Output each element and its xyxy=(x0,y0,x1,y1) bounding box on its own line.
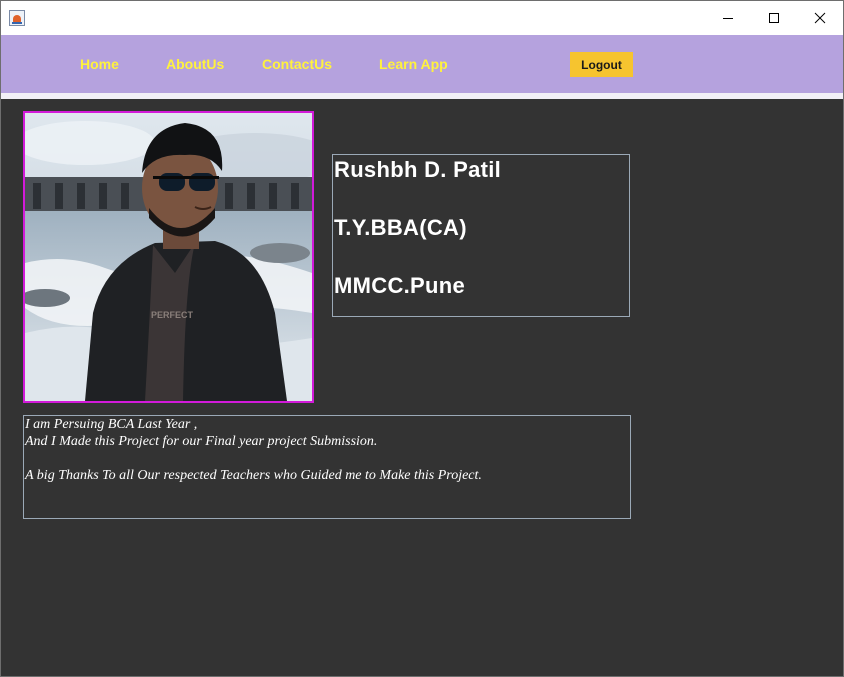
close-icon xyxy=(814,12,826,24)
profile-college: MMCC.Pune xyxy=(334,273,466,298)
maximize-button[interactable] xyxy=(751,1,797,35)
profile-info-box: Rushbh D. Patil T.Y.BBA(CA) MMCC.Pune xyxy=(332,154,630,317)
nav-aboutus-link[interactable]: AboutUs xyxy=(166,56,224,72)
description-textarea[interactable]: I am Persuing BCA Last Year , And I Made… xyxy=(23,415,631,519)
profile-course: T.Y.BBA(CA) xyxy=(334,215,467,240)
nav-divider xyxy=(1,93,843,99)
nav-learn-app-link[interactable]: Learn App xyxy=(379,56,448,72)
java-app-icon[interactable] xyxy=(9,10,25,26)
description-line: And I Made this Project for our Final ye… xyxy=(25,434,378,449)
profile-photo: PERFECT xyxy=(23,111,314,403)
close-button[interactable] xyxy=(797,1,843,35)
nav-contactus-link[interactable]: ContactUs xyxy=(262,56,332,72)
maximize-icon xyxy=(769,13,779,23)
title-bar xyxy=(1,1,843,35)
description-line: A big Thanks To all Our respected Teache… xyxy=(25,468,482,483)
nav-home-link[interactable]: Home xyxy=(80,56,119,72)
description-line: I am Persuing BCA Last Year , xyxy=(25,417,198,432)
profile-photo-image: PERFECT xyxy=(25,113,312,401)
minimize-button[interactable] xyxy=(705,1,751,35)
logout-button[interactable]: Logout xyxy=(570,52,633,77)
profile-name: Rushbh D. Patil xyxy=(334,157,502,182)
minimize-icon xyxy=(723,18,733,19)
app-window: Home AboutUs ContactUs Learn App Logout xyxy=(0,0,844,677)
nav-bar: Home AboutUs ContactUs Learn App Logout xyxy=(1,35,843,93)
svg-text:PERFECT: PERFECT xyxy=(151,310,194,320)
